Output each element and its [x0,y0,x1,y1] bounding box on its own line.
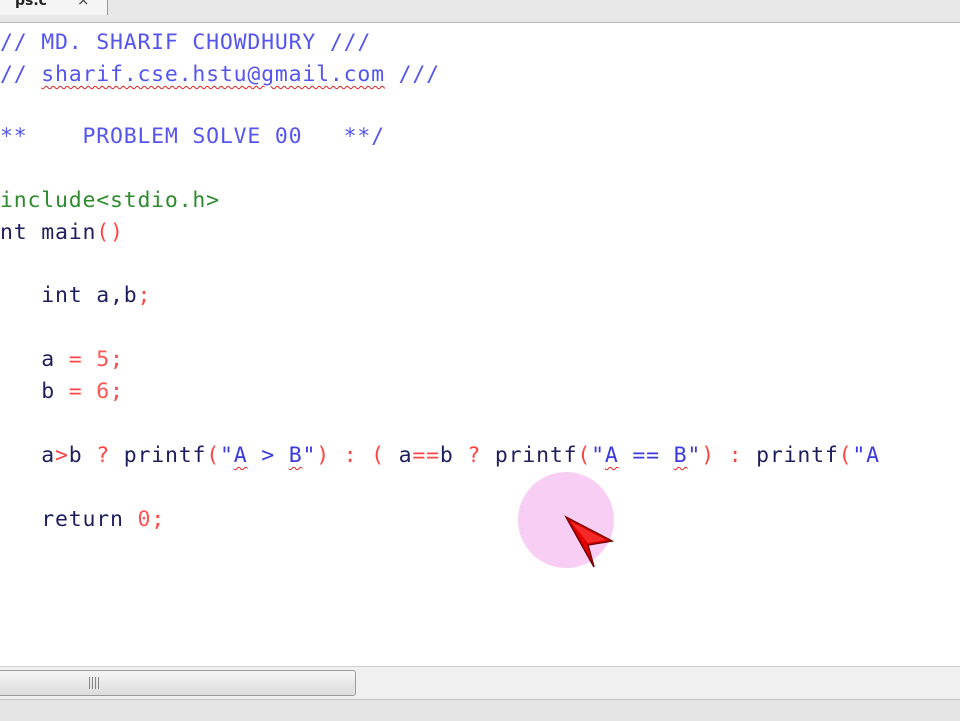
scrollbar-thumb[interactable] [0,670,356,696]
code-line: ** PROBLEM SOLVE 00 **/ [0,122,385,152]
code-token: b [0,379,69,404]
code-token: ? [467,443,482,468]
code-line: include<stdio.h> [0,186,220,216]
code-token: /// [384,62,440,87]
code-line: a = 5; [0,345,124,375]
code-line: // sharif.cse.hstu@gmail.com /// [0,60,440,90]
code-token: ; [109,347,124,372]
code-token: b [439,443,468,468]
code-token: ( [838,443,853,468]
code-token: A [604,443,619,468]
code-line: // MD. SHARIF CHOWDHURY /// [0,28,371,58]
code-token: nt main [0,220,97,245]
code-token: = [68,379,83,404]
code-line: nt main() [0,218,124,248]
bottom-panel-edge [0,699,960,721]
code-token: ; [109,379,124,404]
code-token: "A [852,443,880,468]
code-token: // MD. SHARIF CHOWDHURY /// [0,30,372,55]
code-token: = [68,347,83,372]
code-token: : [329,443,372,468]
code-token: int a,b [0,283,138,308]
code-token: " [219,443,234,468]
code-token: 6 [96,379,110,404]
code-token: sharif.cse.hstu@gmail.com [41,62,385,87]
tab-label: ps.c [15,0,47,9]
tab-bar: ps.c × [0,0,960,23]
code-token: 0 [137,507,152,532]
code-token: == [618,443,674,468]
code-editor[interactable]: // MD. SHARIF CHOWDHURY /// // sharif.cs… [0,23,960,665]
code-token: ) [701,443,715,468]
code-token: return [0,507,138,532]
code-token: " [591,443,605,468]
code-token: ) [316,443,330,468]
code-token: > [54,443,69,468]
code-token: " [302,443,317,468]
code-token: ( [577,443,592,468]
code-token: printf [481,443,578,468]
code-token: include<stdio.h> [0,188,220,213]
code-token: ( [371,443,385,468]
code-token: printf [109,443,207,468]
code-token: b [68,443,97,468]
code-token: B [288,443,303,468]
pointer-arrow-icon [564,515,615,568]
code-line: a>b ? printf("A > B") : ( a==b ? printf(… [0,441,880,471]
code-token: a [0,443,55,468]
code-token: A [233,443,248,468]
code-token: ? [96,443,110,468]
code-token: () [96,220,124,245]
close-icon[interactable]: × [77,0,90,9]
code-line: b = 6; [0,377,124,407]
horizontal-scrollbar[interactable] [0,666,960,699]
code-token: ; [151,507,165,532]
grip-icon [89,677,101,689]
code-token: ** PROBLEM SOLVE 00 **/ [0,124,385,149]
code-line: int a,b; [0,281,151,311]
code-token: // [0,62,42,87]
code-token: ( [206,443,220,468]
code-line: return 0; [0,505,165,535]
tab-ps-c[interactable]: ps.c × [0,0,108,15]
code-token: 5 [96,347,110,372]
code-token: B [673,443,688,468]
code-token: a [0,347,69,372]
code-token: " [687,443,702,468]
code-token: == [412,443,440,468]
code-token: a [384,443,413,468]
code-token: > [247,443,289,468]
code-token: ; [137,283,152,308]
code-token: printf [756,443,839,468]
code-token: : [714,443,757,468]
